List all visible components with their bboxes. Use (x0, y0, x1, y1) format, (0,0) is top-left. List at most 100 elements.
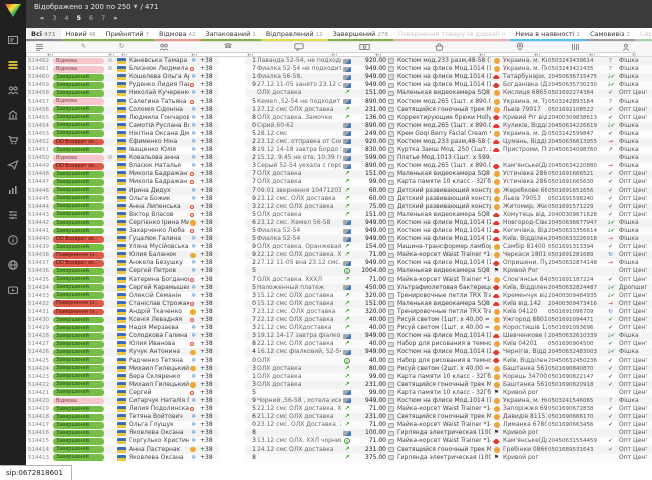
order-row[interactable]: 514459ЗавершенийРуденко Лидия Пав..+3892… (26, 81, 652, 89)
order-row[interactable]: 514462Відмова⊘Каневська Тамара ..❄+381Ла… (26, 57, 652, 65)
column-header-comment[interactable] (257, 42, 341, 51)
orders-icon[interactable] (0, 52, 26, 77)
video-icon[interactable] (0, 277, 26, 302)
filter-input-order-id[interactable]: ▼ (26, 52, 51, 57)
order-row[interactable]: 514447ЗавершенийМикола Бадражан+387ОЛХ д… (26, 178, 652, 186)
order-row[interactable]: 514443ЗавершенийВіктор Власов+385ОЛХ дос… (26, 211, 652, 219)
filter-input-comment[interactable]: ▼ (252, 52, 335, 57)
order-row[interactable]: 514457ВідмоваСалегина Татьяна С..+385Кем… (26, 97, 652, 105)
order-row[interactable]: 514455ЗавершенийЛюдмила Гончарова❄+388ОЛ… (26, 114, 652, 122)
tab-status-3[interactable]: Відмова42 (154, 28, 200, 41)
filter-dropdown-icon[interactable]: ▼ (534, 53, 537, 57)
status-pill[interactable]: Завершений (53, 381, 104, 388)
order-row[interactable]: 514439ЗавершенийУляна Мусійовська❄+389ОЛ… (26, 243, 652, 251)
filter-input-manager[interactable]: ▼ (594, 52, 636, 57)
column-header-client[interactable] (129, 42, 199, 51)
order-row[interactable]: 514417ЗавершенийОльга Глущук❄+38023.12 с… (26, 421, 652, 429)
status-pill[interactable]: Завершений (53, 325, 104, 332)
order-row[interactable]: 514450Відмова⊘Ковальова анна❄+38215.12. … (26, 154, 652, 162)
tab-status-2[interactable]: Прийнятий7 (101, 28, 154, 41)
tab-status-6[interactable]: Завершений278 (328, 28, 393, 41)
status-pill[interactable]: Завершений (53, 82, 104, 89)
order-row[interactable]: 514422ЗавершенийМихаил Гилецький+383ОЛХ … (26, 381, 652, 389)
order-row[interactable]: 514433ЗавершенийОлексій Семанін❄+38315.1… (26, 292, 652, 300)
order-row[interactable]: 514418ЗавершенийТетяна Войтович❄+38621.1… (26, 413, 652, 421)
filter-input-product[interactable]: ▼ (380, 52, 483, 57)
column-header-source[interactable]: ↻ (115, 42, 128, 51)
status-pill[interactable]: Завершений (53, 446, 104, 453)
order-row[interactable]: 514437DD Возврат ок..Анжела Безушку❄+382… (26, 259, 652, 267)
tab-status-8[interactable]: Нема в наявності1 (510, 28, 585, 41)
order-row[interactable]: 514444ЗавершенийАнна Липенська+38322.12 … (26, 203, 652, 211)
info-icon[interactable] (0, 227, 26, 252)
filter-dropdown-icon[interactable]: ▼ (108, 53, 111, 57)
status-pill[interactable]: Завершений (53, 130, 104, 137)
globe-icon[interactable] (0, 252, 26, 277)
status-pill[interactable]: Завершений (53, 106, 104, 113)
panel-icon[interactable] (0, 27, 26, 52)
building-icon[interactable] (0, 102, 26, 127)
status-pill[interactable]: Завершений (53, 187, 104, 194)
order-row[interactable]: 514429ЗавершенийНадія Мерзаєва❄+38321.12… (26, 324, 652, 332)
status-pill[interactable]: Завершений (53, 276, 104, 283)
status-pill[interactable]: Завершений (53, 357, 104, 364)
filter-dropdown-icon[interactable]: ▼ (479, 53, 482, 57)
status-pill[interactable]: Завершений (53, 406, 104, 413)
order-row[interactable]: 514460ЗавершенийКошелева Ольга Ар..❄+381… (26, 73, 652, 81)
pagination-page-4[interactable]: 4 (64, 14, 68, 22)
filter-dropdown-icon[interactable]: ▼ (331, 53, 334, 57)
order-row[interactable]: 514419ЗавершенийЛилия Подолинская+38522.… (26, 405, 652, 413)
order-row[interactable]: 514428ЗавершенийСолодкова Галина В..❄+38… (26, 332, 652, 340)
pagination-first-button[interactable]: « (40, 14, 44, 22)
status-pill[interactable]: Завершений (53, 171, 104, 178)
column-header-address[interactable] (492, 42, 547, 51)
status-pill[interactable]: Повернення (з.. (53, 300, 104, 307)
filter-dropdown-icon[interactable]: ▼ (632, 53, 635, 57)
order-row[interactable]: 514413ЗавершенийЯковлева Оксана❄+388↗375… (26, 454, 652, 462)
order-row[interactable]: 514458ЗавершенийНиколай Кучеренко❄+38ОЛХ… (26, 89, 652, 97)
column-header-order-id[interactable] (26, 42, 52, 51)
filter-dropdown-icon[interactable]: ▼ (47, 53, 50, 57)
filter-input-address[interactable]: ▼ (484, 52, 538, 57)
status-pill[interactable]: Завершений (53, 220, 104, 227)
filter-input-client[interactable]: ▼ (126, 52, 195, 57)
filter-input-source[interactable]: ▼ (113, 52, 125, 57)
order-row[interactable]: 514440DD Возврат ок..Гуцалюк Галина❄+385… (26, 235, 652, 243)
status-pill[interactable]: Завершений (53, 211, 104, 218)
pagination-page-5[interactable]: 5 (76, 14, 81, 22)
status-pill[interactable]: Завершений (53, 122, 104, 129)
tab-status-9[interactable]: Самовивіз2 (585, 28, 635, 41)
tab-status-1[interactable]: Новий48 (61, 28, 101, 41)
status-pill[interactable]: Завершений (53, 268, 104, 275)
order-row[interactable]: 514421ЗавершенийСергей+38599.00Карта пам… (26, 389, 652, 397)
send-icon[interactable] (0, 152, 26, 177)
order-row[interactable]: 514434ЗавершенийСергей Карамышев❄+385Нал… (26, 284, 652, 292)
status-pill[interactable]: Завершений (53, 90, 104, 97)
column-header-status[interactable]: ✎ (53, 42, 114, 51)
order-row[interactable]: 514451ЗавершенийІващенко Юлія❄+38819.12 … (26, 146, 652, 154)
tab-status-7[interactable]: Повернення товару (в дорозі)0 (393, 28, 510, 41)
order-row[interactable]: 514432Повернення (з..Станіслав Строжак+3… (26, 300, 652, 308)
status-pill[interactable]: Завершений (53, 430, 104, 437)
filter-dropdown-icon[interactable]: ▼ (191, 53, 194, 57)
filter-input-status[interactable]: ▼ (52, 52, 112, 57)
status-pill[interactable]: Завершений (53, 349, 104, 356)
order-row[interactable]: 514442ЗавершенийСергієнко Ірина Ми..+386… (26, 219, 652, 227)
order-row[interactable]: 514456ЗавершенийСоломія Сідоніна❄+38127.… (26, 106, 652, 114)
status-pill[interactable]: Відмова (53, 66, 104, 73)
column-header-ttn[interactable] (548, 42, 603, 51)
status-pill[interactable]: Завершений (53, 228, 104, 235)
status-pill[interactable]: Завершений (53, 365, 104, 372)
order-row[interactable]: 514431Повернення (з..Андрій Ткаченко+387… (26, 308, 652, 316)
column-header-phone[interactable]: ☎ (200, 42, 256, 51)
filter-input-payment[interactable]: ▼ (336, 52, 379, 57)
order-row[interactable]: 514423ЗавершенийВера Скляренко❄+381ОЛХ д… (26, 373, 652, 381)
order-row[interactable]: 514430ЗавершенийКсенія Левадняя+38722.12… (26, 316, 652, 324)
order-row[interactable]: 514425ЗавершенийРадченко Тетяна❄+380ОЛХ$… (26, 356, 652, 364)
status-pill[interactable]: Завершений (53, 333, 104, 340)
order-row[interactable]: 514453ЗавершенийНікітіна Оксана Дми..❄+3… (26, 130, 652, 138)
status-pill[interactable]: Завершений (53, 438, 104, 445)
status-pill[interactable]: Завершений (53, 74, 104, 81)
order-row[interactable]: 514426ЗавершенийКучук Антонина+38416.12 … (26, 348, 652, 356)
order-row[interactable]: 514416ЗавершенийЯковлева Оксана❄+388100.… (26, 429, 652, 437)
